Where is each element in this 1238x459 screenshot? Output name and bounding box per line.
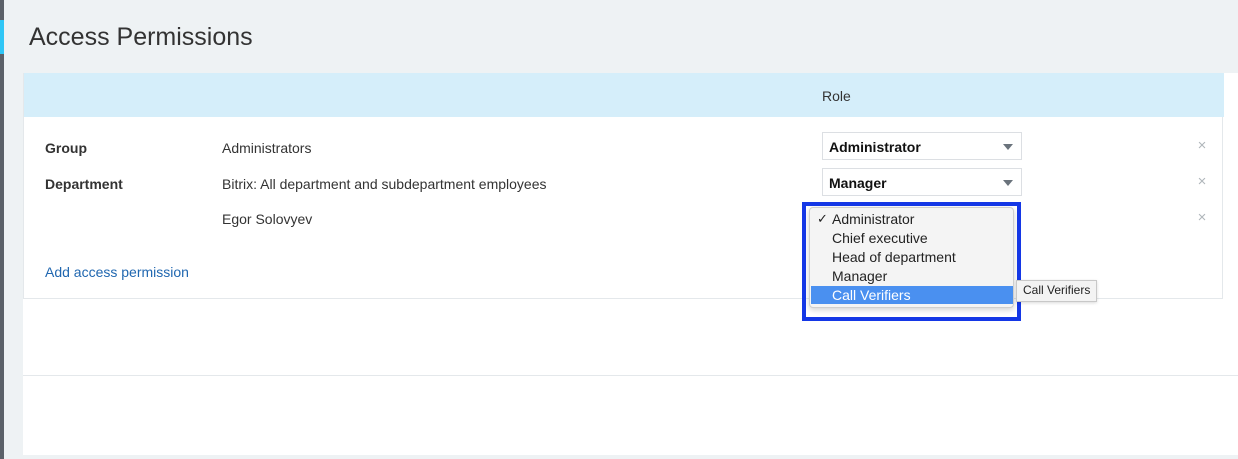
permissions-table: Role Group Administrators Administrator …	[23, 73, 1224, 299]
left-sidebar-strip	[0, 0, 4, 459]
role-select-department[interactable]: Manager	[822, 168, 1022, 196]
close-icon[interactable]: ×	[1196, 174, 1208, 189]
role-column-header: Role	[822, 88, 851, 104]
annotation-highlight-box	[802, 202, 1021, 321]
add-access-permission-link[interactable]: Add access permission	[45, 264, 189, 280]
chevron-down-icon	[1003, 180, 1013, 186]
row-type-department: Department	[45, 176, 123, 192]
permissions-panel: Role Group Administrators Administrator …	[23, 73, 1238, 459]
row-name-administrators: Administrators	[222, 140, 312, 156]
option-tooltip: Call Verifiers	[1016, 280, 1098, 302]
page-title: Access Permissions	[29, 23, 253, 51]
role-select-value: Administrator	[829, 139, 921, 155]
role-select-administrators[interactable]: Administrator	[822, 132, 1022, 160]
bottom-edge	[23, 455, 1238, 459]
row-type-group: Group	[45, 140, 87, 156]
table-header: Role	[24, 73, 1224, 117]
role-select-value: Manager	[829, 175, 887, 191]
row-name-department: Bitrix: All department and subdepartment…	[222, 176, 547, 192]
row-name-user: Egor Solovyev	[222, 211, 313, 227]
close-icon[interactable]: ×	[1196, 210, 1208, 225]
close-icon[interactable]: ×	[1196, 138, 1208, 153]
section-divider	[23, 375, 1238, 376]
left-sidebar-accent	[0, 20, 4, 54]
chevron-down-icon	[1003, 144, 1013, 150]
